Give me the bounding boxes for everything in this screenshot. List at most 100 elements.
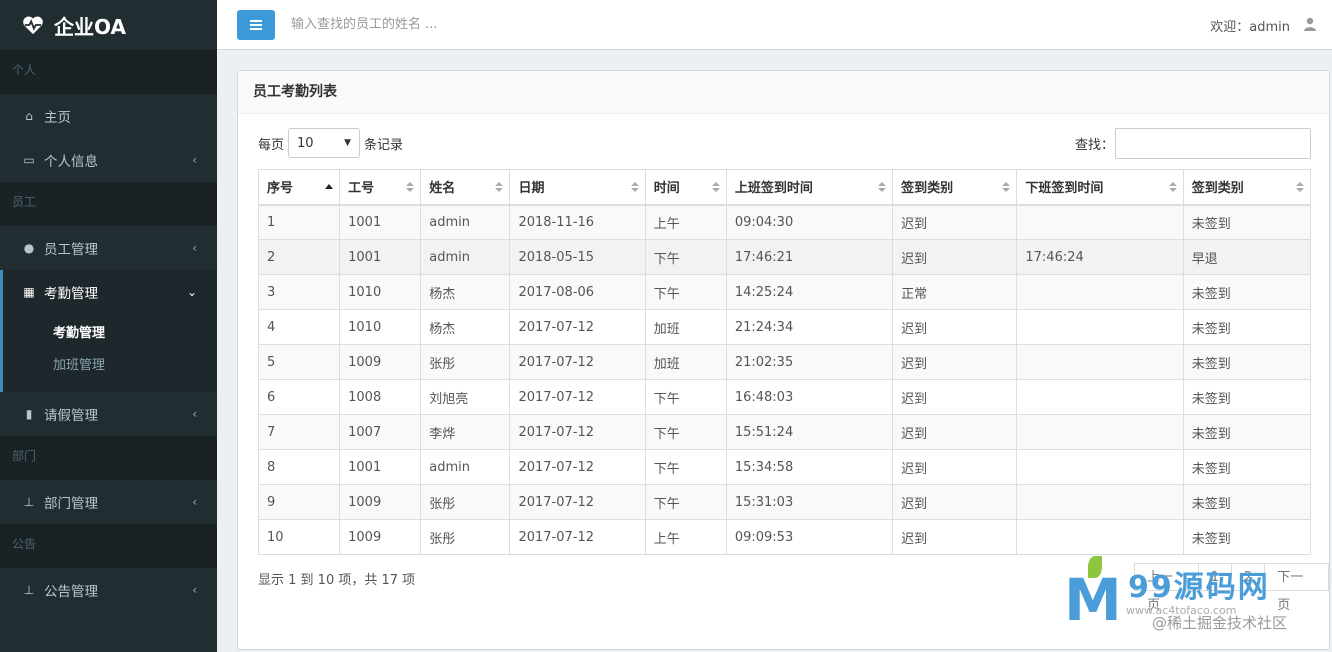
table-row[interactable]: 4 1010 杨杰 2017-07-12 加班 21:24:34 迟到 未签到 xyxy=(257,309,1312,345)
search-label: 查找： xyxy=(1075,138,1115,153)
table-cell: 加班 xyxy=(644,309,727,345)
column-header[interactable]: 序号 xyxy=(257,169,341,206)
table-cell: 张彤 xyxy=(420,484,511,520)
column-header[interactable]: 签到类别 xyxy=(892,169,1018,206)
top-header: 欢迎：admin xyxy=(217,0,1332,50)
table-cell: 15:51:24 xyxy=(725,414,894,450)
column-header[interactable]: 日期 xyxy=(509,169,646,206)
table-cell: 上午 xyxy=(644,204,727,240)
sort-asc-icon xyxy=(325,184,334,189)
table-cell: 09:09:53 xyxy=(725,519,894,555)
table-cell: 迟到 xyxy=(892,449,1018,485)
sidebar-item-department[interactable]: ⊥ 部门管理 ‹ xyxy=(0,480,217,524)
table-row[interactable]: 8 1001 admin 2017-07-12 下午 15:34:58 迟到 未签到 xyxy=(257,449,1312,485)
table-cell: 未签到 xyxy=(1182,519,1312,555)
chevron-left-icon: ‹ xyxy=(192,153,197,167)
heartbeat-icon xyxy=(23,16,43,35)
table-cell: 7 xyxy=(257,414,341,450)
table-cell: 迟到 xyxy=(892,309,1018,345)
page-length-select[interactable]: 10 ▼ xyxy=(288,128,360,158)
sidebar-item-staff[interactable]: ● 员工管理 ‹ xyxy=(0,226,217,270)
table-body: 1 1001 admin 2018-11-16 上午 09:04:30 迟到 未签到 2 1001… xyxy=(257,204,1312,555)
table-cell: 1001 xyxy=(339,204,422,240)
table-cell: 未签到 xyxy=(1182,379,1312,415)
sidebar-item-home[interactable]: ⌂ 主页 xyxy=(0,94,217,138)
id-card-icon: ▭ xyxy=(23,153,35,167)
welcome-text: 欢迎：admin xyxy=(1210,20,1290,35)
table-cell: 1010 xyxy=(339,274,422,310)
sidebar-item-label: 员工管理 xyxy=(44,242,98,258)
table-cell: 2017-07-12 xyxy=(509,309,646,345)
subitem-attendance[interactable]: 考勤管理 xyxy=(3,318,217,350)
attendance-list-box: 员工考勤列表 每页 10 ▼ 条记录 查找： 序号 工号 姓名 日期 时间 上班签到时间 签… xyxy=(237,70,1330,650)
column-header[interactable]: 工号 xyxy=(339,169,422,206)
table-cell: 下午 xyxy=(644,379,727,415)
column-header-label: 时间 xyxy=(653,181,680,197)
table-cell: 17:46:21 xyxy=(725,239,894,275)
sort-icon xyxy=(1296,182,1304,192)
page-2-button[interactable]: 2 xyxy=(1232,563,1266,591)
sidebar-item-notice[interactable]: ⊥ 公告管理 ‹ xyxy=(0,568,217,612)
table-row[interactable]: 5 1009 张彤 2017-07-12 加班 21:02:35 迟到 未签到 xyxy=(257,344,1312,380)
user-icon[interactable] xyxy=(1304,17,1316,31)
table-cell: 下午 xyxy=(644,274,727,310)
table-cell: 加班 xyxy=(644,344,727,380)
sidebar-item-label: 公告管理 xyxy=(44,584,98,600)
table-cell: 2017-07-12 xyxy=(509,379,646,415)
next-page-button[interactable]: 下一页 xyxy=(1265,563,1329,613)
table-cell: 2017-08-06 xyxy=(509,274,646,310)
column-header[interactable]: 签到类别 xyxy=(1182,169,1312,206)
sidebar-item-label: 个人信息 xyxy=(44,154,98,170)
sort-icon xyxy=(878,182,887,192)
table-cell: 迟到 xyxy=(892,204,1018,240)
table-cell xyxy=(1016,309,1184,345)
table-cell: 杨杰 xyxy=(420,309,511,345)
sidebar-item-leave[interactable]: ▮ 请假管理 ‹ xyxy=(0,392,217,436)
home-icon: ⌂ xyxy=(25,109,33,123)
table-cell: 1001 xyxy=(339,239,422,275)
sidebar-toggle-button[interactable] xyxy=(237,9,275,40)
column-header[interactable]: 上班签到时间 xyxy=(725,169,894,206)
sidebar: 企业OA 个人 ⌂ 主页 ▭ 个人信息 ‹ 员工 ● 员工管理 ‹ ▦ 考勤管理… xyxy=(0,0,217,652)
subitem-overtime[interactable]: 加班管理 xyxy=(3,350,217,382)
table-cell: admin xyxy=(420,449,511,485)
sidebar-item-profile[interactable]: ▭ 个人信息 ‹ xyxy=(0,138,217,182)
table-cell: 21:02:35 xyxy=(725,344,894,380)
table-cell: 21:24:34 xyxy=(725,309,894,345)
column-header[interactable]: 下班签到时间 xyxy=(1016,169,1184,206)
sidebar-item-label: 请假管理 xyxy=(44,408,98,424)
sort-icon xyxy=(406,182,415,192)
table-cell: 10 xyxy=(257,519,341,555)
table-cell: 迟到 xyxy=(892,519,1018,555)
table-cell: 迟到 xyxy=(892,414,1018,450)
page-1-button[interactable]: 1 xyxy=(1198,563,1232,591)
table-row[interactable]: 2 1001 admin 2018-05-15 下午 17:46:21 迟到 17:46:24… xyxy=(257,239,1312,275)
column-header-label: 日期 xyxy=(518,181,545,197)
table-cell: 下午 xyxy=(644,449,727,485)
column-header[interactable]: 时间 xyxy=(644,169,727,206)
table-cell: 未签到 xyxy=(1182,484,1312,520)
table-cell: 2017-07-12 xyxy=(509,414,646,450)
table-cell: 未签到 xyxy=(1182,274,1312,310)
prev-page-button[interactable]: 上一页 xyxy=(1134,563,1199,613)
table-row[interactable]: 9 1009 张彤 2017-07-12 下午 15:31:03 迟到 未签到 xyxy=(257,484,1312,520)
app-logo[interactable]: 企业OA xyxy=(0,0,217,50)
employee-search-input[interactable] xyxy=(291,17,791,32)
table-row[interactable]: 6 1008 刘旭亮 2017-07-12 下午 16:48:03 迟到 未签到 xyxy=(257,379,1312,415)
chevron-left-icon: ‹ xyxy=(192,583,197,597)
sidebar-item-attendance[interactable]: ▦ 考勤管理 ⌄ xyxy=(0,270,217,314)
table-row[interactable]: 10 1009 张彤 2017-07-12 上午 09:09:53 迟到 未签到 xyxy=(257,519,1312,555)
table-row[interactable]: 1 1001 admin 2018-11-16 上午 09:04:30 迟到 未签到 xyxy=(257,204,1312,240)
table-cell xyxy=(1016,449,1184,485)
table-cell: 2 xyxy=(257,239,341,275)
table-row[interactable]: 7 1007 李烨 2017-07-12 下午 15:51:24 迟到 未签到 xyxy=(257,414,1312,450)
table-cell: 2017-07-12 xyxy=(509,519,646,555)
column-header[interactable]: 姓名 xyxy=(420,169,511,206)
table-cell: 下午 xyxy=(644,239,727,275)
table-cell: 2018-05-15 xyxy=(509,239,646,275)
table-row[interactable]: 3 1010 杨杰 2017-08-06 下午 14:25:24 正常 未签到 xyxy=(257,274,1312,310)
calendar-icon: ▦ xyxy=(23,285,35,299)
table-cell xyxy=(1016,379,1184,415)
sort-icon xyxy=(1002,182,1011,192)
table-search-input[interactable] xyxy=(1115,128,1311,159)
